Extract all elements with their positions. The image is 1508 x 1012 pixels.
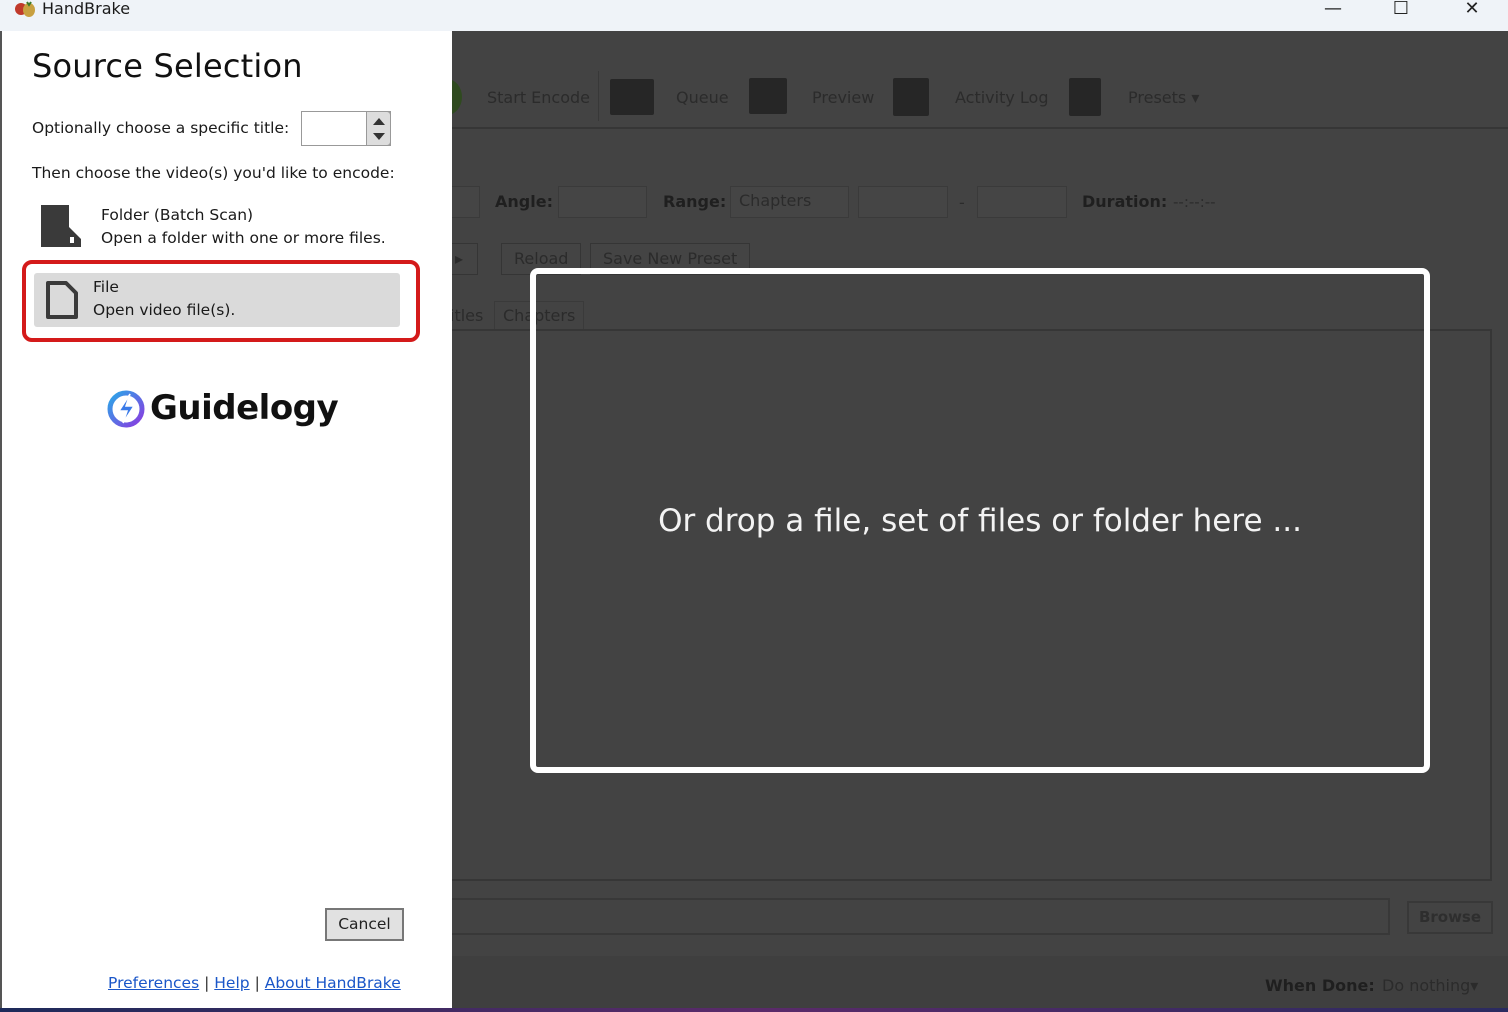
toolbar-divider: [452, 127, 1508, 129]
range-end-dropdown[interactable]: [977, 186, 1067, 218]
presets-icon: [1069, 78, 1101, 116]
range-label: Range:: [663, 192, 727, 211]
presets-label: Presets: [1128, 88, 1187, 107]
window-title: HandBrake: [42, 0, 131, 18]
file-icon: [46, 281, 78, 319]
option-title: File: [93, 278, 119, 296]
angle-label: Angle:: [495, 192, 553, 211]
title-prompt: Optionally choose a specific title:: [32, 119, 290, 137]
activity-log-button[interactable]: Activity Log: [955, 88, 1049, 107]
title-bar: HandBrake — ☐ ✕: [0, 0, 1508, 31]
watermark-text: Guidelogy: [150, 388, 339, 428]
toolbar-divider: [598, 71, 599, 121]
help-link[interactable]: Help: [214, 974, 249, 992]
drop-zone-text: Or drop a file, set of files or folder h…: [658, 502, 1302, 539]
link-separator: |: [254, 974, 260, 992]
minimize-button[interactable]: —: [1310, 0, 1356, 22]
maximize-button[interactable]: ☐: [1378, 0, 1424, 22]
drop-zone[interactable]: Or drop a file, set of files or folder h…: [530, 268, 1430, 773]
folder-icon: [41, 205, 81, 247]
status-bar: When Done: Do nothing▾: [452, 956, 1508, 1008]
stepper-down-icon[interactable]: [373, 133, 385, 140]
presets-button[interactable]: Presets ▾: [1128, 88, 1199, 107]
guidelogy-watermark: Guidelogy: [106, 386, 339, 430]
handbrake-logo-icon: [15, 1, 35, 17]
destination-input[interactable]: [452, 898, 1390, 935]
encode-prompt: Then choose the video(s) you'd like to e…: [32, 164, 395, 182]
preview-button[interactable]: Preview: [812, 88, 874, 107]
when-done-dropdown[interactable]: Do nothing▾: [1382, 976, 1478, 995]
tab-subtitles[interactable]: itles: [450, 306, 483, 325]
range-start-dropdown[interactable]: [858, 186, 948, 218]
queue-icon: [610, 79, 654, 115]
angle-dropdown[interactable]: [558, 186, 647, 218]
dialog-title: Source Selection: [32, 47, 303, 85]
stepper-up-icon[interactable]: [373, 118, 385, 125]
title-stepper[interactable]: [366, 111, 391, 146]
folder-batch-scan-option[interactable]: Folder (Batch Scan) Open a folder with o…: [32, 200, 412, 256]
browse-button[interactable]: Browse: [1407, 901, 1493, 934]
start-encode-button[interactable]: Start Encode: [487, 88, 590, 107]
lightning-logo-icon: [107, 390, 145, 428]
duration-label: Duration:: [1082, 192, 1168, 211]
option-title: Folder (Batch Scan): [101, 206, 254, 224]
chevron-down-icon: ▾: [1191, 88, 1200, 107]
when-done-value: Do nothing: [1382, 976, 1471, 995]
close-button[interactable]: ✕: [1449, 0, 1495, 22]
about-handbrake-link[interactable]: About HandBrake: [265, 974, 401, 992]
option-description: Open a folder with one or more files.: [101, 229, 386, 247]
chevron-down-icon: ▾: [1470, 976, 1479, 995]
preview-icon: [749, 78, 787, 114]
queue-button[interactable]: Queue: [676, 88, 729, 107]
footer-links: Preferences | Help | About HandBrake: [108, 974, 401, 992]
main-window-dimmed: Start Encode Queue Preview Activity Log …: [432, 31, 1508, 1008]
file-option[interactable]: File Open video file(s).: [34, 273, 400, 327]
link-separator: |: [204, 974, 210, 992]
duration-value: --:--:--: [1173, 193, 1216, 211]
taskbar-edge: [0, 1008, 1508, 1012]
activity-log-icon: [893, 78, 929, 116]
range-dash: -: [959, 193, 965, 212]
when-done-label: When Done:: [1265, 976, 1375, 995]
cancel-button[interactable]: Cancel: [325, 908, 404, 941]
preferences-link[interactable]: Preferences: [108, 974, 199, 992]
range-dropdown[interactable]: Chapters: [730, 186, 849, 218]
option-description: Open video file(s).: [93, 301, 236, 319]
